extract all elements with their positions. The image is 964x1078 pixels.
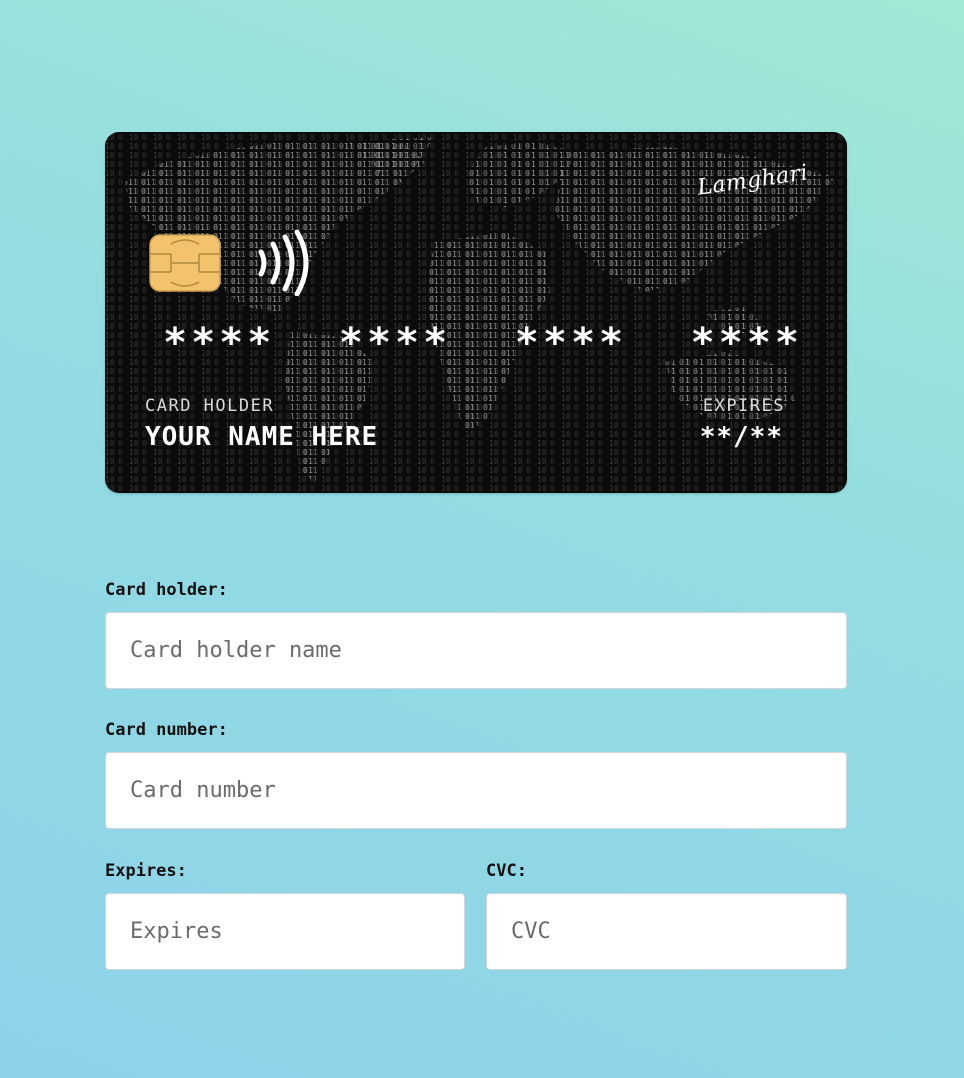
card-number-group: **** (338, 320, 452, 366)
card-expires-label: EXPIRES (702, 396, 785, 416)
card-number-group: **** (163, 320, 276, 366)
card-number-display: **** **** **** **** (163, 320, 803, 366)
card-number-group: **** (514, 320, 628, 366)
chip-icon (149, 234, 221, 292)
credit-card-preview: 01 1 0 1 10 0 Lamghari (105, 132, 847, 493)
contactless-icon (258, 230, 309, 296)
card-holder-label: CARD HOLDER (145, 396, 275, 416)
expires-input[interactable] (105, 893, 465, 970)
card-holder-name: YOUR NAME HERE (145, 422, 379, 452)
card-expires-value: **/** (699, 422, 783, 452)
cvc-input[interactable] (486, 893, 847, 970)
card-holder-field-label: Card holder: (105, 580, 228, 600)
card-number-group: **** (690, 320, 803, 366)
expires-field-label: Expires: (105, 861, 187, 881)
card-number-input[interactable] (105, 752, 847, 829)
card-number-field-label: Card number: (105, 720, 228, 740)
cvc-field-label: CVC: (486, 861, 527, 881)
card-holder-input[interactable] (105, 612, 847, 689)
